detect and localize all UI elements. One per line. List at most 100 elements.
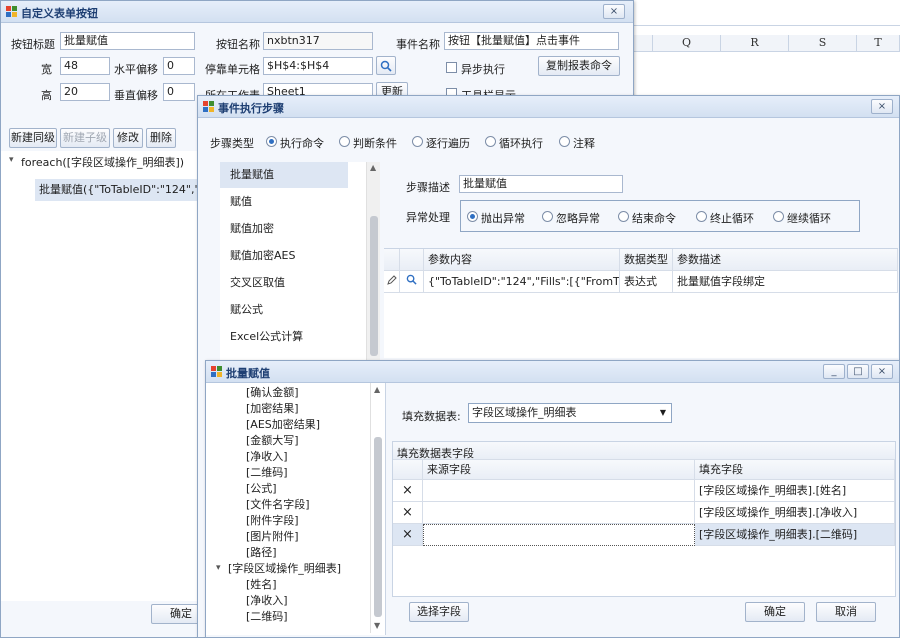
command-item-batch-assign[interactable]: 批量赋值 (220, 162, 348, 188)
edit-button[interactable]: 修改 (113, 128, 143, 148)
tree-child-node[interactable]: 批量赋值({"ToTableID":"124"," (35, 179, 201, 201)
batch-maximize-button[interactable]: □ (847, 364, 869, 379)
step-type-radio-loop[interactable] (485, 136, 496, 147)
field-tree-scrollbar[interactable]: ▲ ▼ (370, 383, 384, 633)
command-item-assign-formula[interactable]: 赋公式 (220, 297, 348, 323)
field-tree-scroll-thumb[interactable] (374, 437, 382, 617)
batch-close-button[interactable]: × (871, 364, 893, 379)
exception-break-label: 终止循环 (710, 212, 754, 225)
fill-field-cell[interactable]: [字段区域操作_明细表].[姓名] (695, 480, 895, 502)
button-name-input[interactable]: nxbtn317 (263, 32, 373, 50)
select-field-button[interactable]: 选择字段 (409, 602, 469, 622)
batch-minimize-button[interactable]: _ (823, 364, 845, 379)
source-field-cell[interactable] (423, 502, 695, 524)
exception-throw-label: 抛出异常 (481, 212, 525, 225)
source-field-cell[interactable] (423, 480, 695, 502)
width-input[interactable]: 48 (60, 57, 110, 75)
command-item-assign[interactable]: 赋值 (220, 189, 348, 215)
fill-table-select[interactable]: 字段区域操作_明细表 ▼ (468, 403, 672, 423)
col-header-source[interactable]: 来源字段 (423, 460, 695, 480)
command-list: 批量赋值 赋值 赋值加密 赋值加密AES 交叉区取值 赋公式 Excel公式计算… (220, 162, 380, 362)
param-row-search-button[interactable] (400, 271, 424, 293)
exception-radio-continue[interactable] (773, 211, 784, 222)
exception-radio-ignore[interactable] (542, 211, 553, 222)
source-field-cell[interactable] (423, 524, 695, 546)
field-tree-item[interactable]: [二维码] (246, 465, 288, 481)
async-checkbox[interactable] (446, 62, 457, 73)
new-same-level-button[interactable]: 新建同级 (9, 128, 57, 148)
field-tree-item[interactable]: [附件字段] (246, 513, 299, 529)
column-header-q[interactable]: Q (653, 35, 721, 52)
command-item-assign-encrypt-aes[interactable]: 赋值加密AES (220, 243, 348, 269)
field-tree-child[interactable]: [净收入] (246, 593, 288, 609)
event-name-input[interactable]: 按钮【批量赋值】点击事件 (444, 32, 619, 50)
tree-group-collapse-icon[interactable]: ▾ (216, 563, 221, 573)
field-tree-child[interactable]: [姓名] (246, 577, 277, 593)
fill-field-cell[interactable]: [字段区域操作_明细表].[净收入] (695, 502, 895, 524)
step-type-radio-comment[interactable] (559, 136, 570, 147)
anchor-cell-label: 停靠单元格 (205, 63, 260, 76)
field-tree-item[interactable]: [净收入] (246, 449, 288, 465)
exception-radio-throw[interactable] (467, 211, 478, 222)
batch-ok-button[interactable]: 确定 (745, 602, 805, 622)
command-list-scrollbar[interactable]: ▲ (366, 162, 380, 362)
command-item-excel-formula[interactable]: Excel公式计算 (220, 324, 348, 350)
column-header-p[interactable] (633, 35, 653, 52)
exception-radio-end[interactable] (618, 211, 629, 222)
row-delete-button[interactable]: × (393, 502, 423, 524)
param-content-cell[interactable]: {"ToTableID":"124","Fills":[{"FromT... (424, 271, 620, 293)
param-desc-cell[interactable]: 批量赋值字段绑定 (673, 271, 898, 293)
h-offset-input[interactable]: 0 (163, 57, 195, 75)
field-tree-item[interactable]: [文件名字段] (246, 497, 310, 513)
command-item-assign-encrypt[interactable]: 赋值加密 (220, 216, 348, 242)
command-list-scroll-thumb[interactable] (370, 216, 378, 356)
field-tree-item[interactable]: [金额大写] (246, 433, 299, 449)
field-tree-item[interactable]: [加密结果] (246, 401, 299, 417)
tree-root-node[interactable]: foreach([字段区域操作_明细表]) (21, 154, 184, 170)
step-desc-input[interactable]: 批量赋值 (459, 175, 623, 193)
anchor-cell-input[interactable]: $H$4:$H$4 (263, 57, 373, 75)
command-item-cross-region[interactable]: 交叉区取值 (220, 270, 348, 296)
exception-radio-break[interactable] (696, 211, 707, 222)
field-tree-item[interactable]: [路径] (246, 545, 277, 561)
field-tree-item[interactable]: [图片附件] (246, 529, 299, 545)
scroll-up-icon[interactable]: ▲ (370, 163, 376, 172)
scroll-down-icon[interactable]: ▼ (374, 621, 380, 630)
formula-bar[interactable] (633, 0, 900, 26)
main-close-button[interactable]: × (603, 4, 625, 19)
column-header-s[interactable]: S (789, 35, 857, 52)
main-titlebar: 自定义表单按钮 × (1, 1, 633, 23)
col-header-fill[interactable]: 填充字段 (695, 460, 895, 480)
param-grid: 参数内容 数据类型 参数描述 {"ToTableID":"124","Fills… (384, 248, 898, 358)
pencil-icon (387, 275, 397, 285)
param-header-type[interactable]: 数据类型 (620, 249, 673, 271)
new-child-level-button[interactable]: 新建子级 (60, 128, 110, 148)
param-header-desc[interactable]: 参数描述 (673, 249, 898, 271)
copy-report-command-button[interactable]: 复制报表命令 (538, 56, 620, 76)
batch-cancel-button[interactable]: 取消 (816, 602, 876, 622)
height-input[interactable]: 20 (60, 83, 110, 101)
tree-collapse-icon[interactable]: ▾ (9, 155, 14, 165)
step-type-radio-condition[interactable] (339, 136, 350, 147)
field-tree-item[interactable]: [确认金额] (246, 385, 299, 401)
v-offset-input[interactable]: 0 (163, 83, 195, 101)
fill-field-cell[interactable]: [字段区域操作_明细表].[二维码] (695, 524, 895, 546)
field-tree-group[interactable]: [字段区域操作_明细表] (228, 561, 341, 577)
button-title-input[interactable]: 批量赋值 (60, 32, 195, 50)
field-tree-item[interactable]: [公式] (246, 481, 277, 497)
step-type-radio-row-loop[interactable] (412, 136, 423, 147)
param-type-cell[interactable]: 表达式 (620, 271, 673, 293)
fill-fields-caption: 填充数据表字段 (393, 442, 895, 460)
column-header-r[interactable]: R (721, 35, 789, 52)
steps-close-button[interactable]: × (871, 99, 893, 114)
field-tree-child[interactable]: [二维码] (246, 609, 288, 625)
column-header-t[interactable]: T (857, 35, 900, 52)
step-type-radio-execute[interactable] (266, 136, 277, 147)
field-tree-item[interactable]: [AES加密结果] (246, 417, 320, 433)
scroll-up-icon[interactable]: ▲ (374, 385, 380, 394)
delete-button[interactable]: 删除 (146, 128, 176, 148)
row-delete-button[interactable]: × (393, 480, 423, 502)
param-header-content[interactable]: 参数内容 (424, 249, 620, 271)
anchor-cell-picker-button[interactable] (376, 56, 396, 75)
row-delete-button[interactable]: × (393, 524, 423, 546)
